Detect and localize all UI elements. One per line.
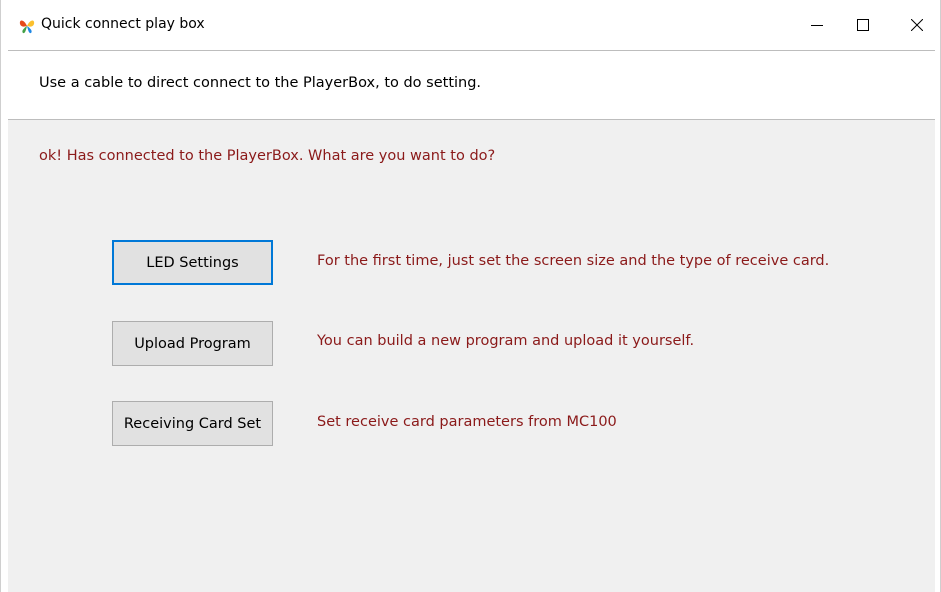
upload-program-description: You can build a new program and upload i… bbox=[317, 333, 695, 349]
header-description: Use a cable to direct connect to the Pla… bbox=[39, 75, 482, 91]
receiving-card-set-description: Set receive card parameters from MC100 bbox=[317, 414, 617, 430]
upload-program-button[interactable]: Upload Program bbox=[112, 321, 273, 366]
window-title: Quick connect play box bbox=[41, 16, 205, 32]
minimize-icon bbox=[811, 25, 823, 26]
led-settings-description: For the first time, just set the screen … bbox=[317, 253, 830, 269]
butterfly-app-icon bbox=[18, 17, 36, 35]
close-icon bbox=[911, 19, 923, 31]
receiving-card-set-button[interactable]: Receiving Card Set bbox=[112, 401, 273, 446]
main-content: ok! Has connected to the PlayerBox. What… bbox=[8, 120, 935, 592]
title-bar[interactable]: Quick connect play box bbox=[1, 0, 940, 50]
connection-status: ok! Has connected to the PlayerBox. What… bbox=[39, 148, 496, 164]
minimize-button[interactable] bbox=[794, 0, 840, 50]
maximize-icon bbox=[857, 19, 869, 31]
maximize-button[interactable] bbox=[840, 0, 886, 50]
quick-connect-window: Quick connect play box Use a cable to di… bbox=[0, 0, 941, 592]
close-button[interactable] bbox=[894, 0, 940, 50]
header-panel: Use a cable to direct connect to the Pla… bbox=[8, 50, 935, 120]
led-settings-button[interactable]: LED Settings bbox=[112, 240, 273, 285]
